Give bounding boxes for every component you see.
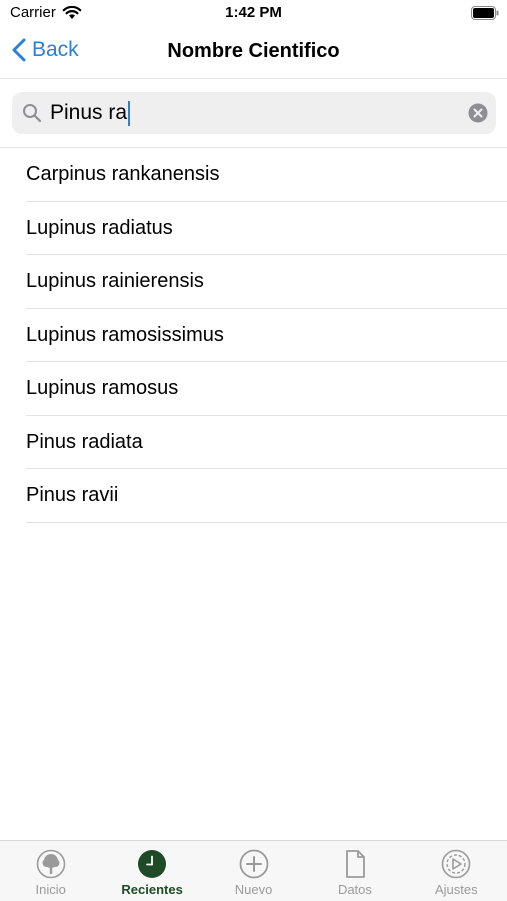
- list-item[interactable]: Pinus radiata: [0, 416, 507, 470]
- list-item[interactable]: Lupinus rainierensis: [0, 255, 507, 309]
- list-item-label: Lupinus radiatus: [26, 216, 173, 239]
- list-item-label: Lupinus ramosissimus: [26, 323, 224, 346]
- results-list: Carpinus rankanensis Lupinus radiatus Lu…: [0, 148, 507, 523]
- tab-label: Recientes: [121, 882, 183, 897]
- tab-nuevo[interactable]: Nuevo: [203, 841, 304, 901]
- nav-divider: [0, 78, 507, 79]
- search-bar[interactable]: Pinus ra: [12, 92, 496, 134]
- clock-icon: [138, 850, 167, 878]
- tab-datos[interactable]: Datos: [304, 841, 405, 901]
- clear-search-icon[interactable]: [468, 103, 488, 123]
- tab-bar: Inicio Recientes Nuevo Datos Ajustes: [0, 840, 507, 901]
- page-title: Nombre Cientifico: [167, 40, 340, 62]
- list-item[interactable]: Lupinus ramosus: [0, 362, 507, 416]
- list-item-label: Pinus ravii: [26, 484, 119, 506]
- navigation-bar: Back Nombre Cientifico: [0, 30, 507, 76]
- search-input-value: Pinus ra: [50, 101, 128, 124]
- tab-label: Inicio: [35, 882, 66, 897]
- tab-inicio[interactable]: Inicio: [0, 841, 101, 901]
- search-input[interactable]: Pinus ra: [50, 99, 131, 127]
- tab-ajustes[interactable]: Ajustes: [406, 841, 507, 901]
- list-item[interactable]: Pinus ravii: [0, 469, 507, 523]
- list-item[interactable]: Lupinus ramosissimus: [0, 309, 507, 363]
- list-item-label: Lupinus rainierensis: [26, 270, 204, 292]
- tab-recientes[interactable]: Recientes: [101, 841, 202, 901]
- text-cursor: [128, 100, 131, 126]
- battery-icon: [471, 6, 499, 20]
- tab-label: Datos: [337, 882, 372, 897]
- document-icon: [346, 850, 365, 878]
- list-item-label: Carpinus rankanensis: [26, 163, 220, 185]
- list-item[interactable]: Carpinus rankanensis: [0, 148, 507, 202]
- tree-icon: [36, 849, 66, 879]
- play-gear-icon: [442, 849, 471, 879]
- list-item-label: Pinus radiata: [26, 430, 143, 453]
- status-time: 1:42 PM: [225, 4, 282, 21]
- tab-label: Ajustes: [435, 882, 478, 897]
- list-item[interactable]: Lupinus radiatus: [0, 202, 507, 256]
- search-icon: [23, 104, 42, 123]
- list-item-label: Lupinus ramosus: [26, 377, 179, 399]
- tab-label: Nuevo: [234, 882, 273, 897]
- plus-circle-icon: [239, 849, 268, 879]
- status-bar: Carrier 1:42 PM: [0, 0, 507, 28]
